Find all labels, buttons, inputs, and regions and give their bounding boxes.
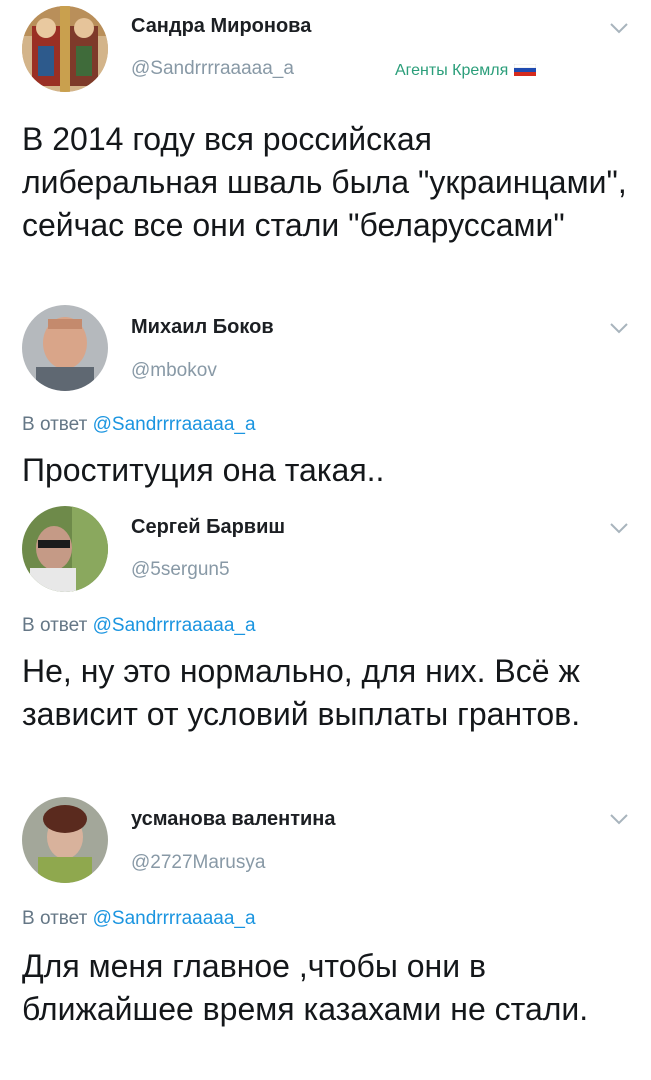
display-name[interactable]: Сандра Миронова bbox=[131, 15, 311, 38]
chevron-down-icon[interactable] bbox=[609, 522, 629, 534]
reply-mention-link[interactable]: @Sandrrrraaaaa_a bbox=[93, 908, 256, 929]
tweet-text: Проституция она такая.. bbox=[22, 452, 385, 488]
chevron-down-icon[interactable] bbox=[609, 813, 629, 825]
avatar[interactable] bbox=[22, 797, 108, 883]
username-handle[interactable]: @mbokov bbox=[131, 360, 217, 382]
avatar[interactable] bbox=[22, 506, 108, 592]
tweet-text: Для меня главное ,чтобы они в ближайшее … bbox=[22, 948, 589, 1027]
reply-mention-link[interactable]: @Sandrrrraaaaa_a bbox=[93, 414, 256, 435]
reply-mention-link[interactable]: @Sandrrrraaaaa_a bbox=[93, 615, 256, 636]
label-text: Агенты Кремля bbox=[395, 62, 509, 79]
display-name[interactable]: Михаил Боков bbox=[131, 316, 274, 339]
tweet-text: В 2014 году вся российская либеральная ш… bbox=[22, 121, 627, 243]
username-handle[interactable]: @2727Marusya bbox=[131, 852, 265, 874]
avatar[interactable] bbox=[22, 305, 108, 391]
username-handle[interactable]: @Sandrrrraaaaa_a bbox=[131, 58, 294, 80]
display-name[interactable]: усманова валентина bbox=[131, 808, 336, 831]
avatar[interactable] bbox=[22, 6, 108, 92]
account-label: Агенты Кремля bbox=[395, 62, 537, 80]
reply-context: В ответ @Sandrrrraaaaa_a bbox=[22, 414, 256, 436]
reply-prefix: В ответ bbox=[22, 414, 88, 435]
russian-flag-icon bbox=[514, 63, 537, 76]
reply-context: В ответ @Sandrrrraaaaa_a bbox=[22, 615, 256, 637]
chevron-down-icon[interactable] bbox=[609, 22, 629, 34]
display-name[interactable]: Сергей Барвиш bbox=[131, 516, 285, 539]
reply-prefix: В ответ bbox=[22, 615, 88, 636]
reply-context: В ответ @Sandrrrraaaaa_a bbox=[22, 908, 256, 930]
tweet-text: Не, ну это нормально, для них. Всё ж зав… bbox=[22, 653, 581, 732]
chevron-down-icon[interactable] bbox=[609, 322, 629, 334]
username-handle[interactable]: @5sergun5 bbox=[131, 559, 230, 581]
reply-prefix: В ответ bbox=[22, 908, 88, 929]
